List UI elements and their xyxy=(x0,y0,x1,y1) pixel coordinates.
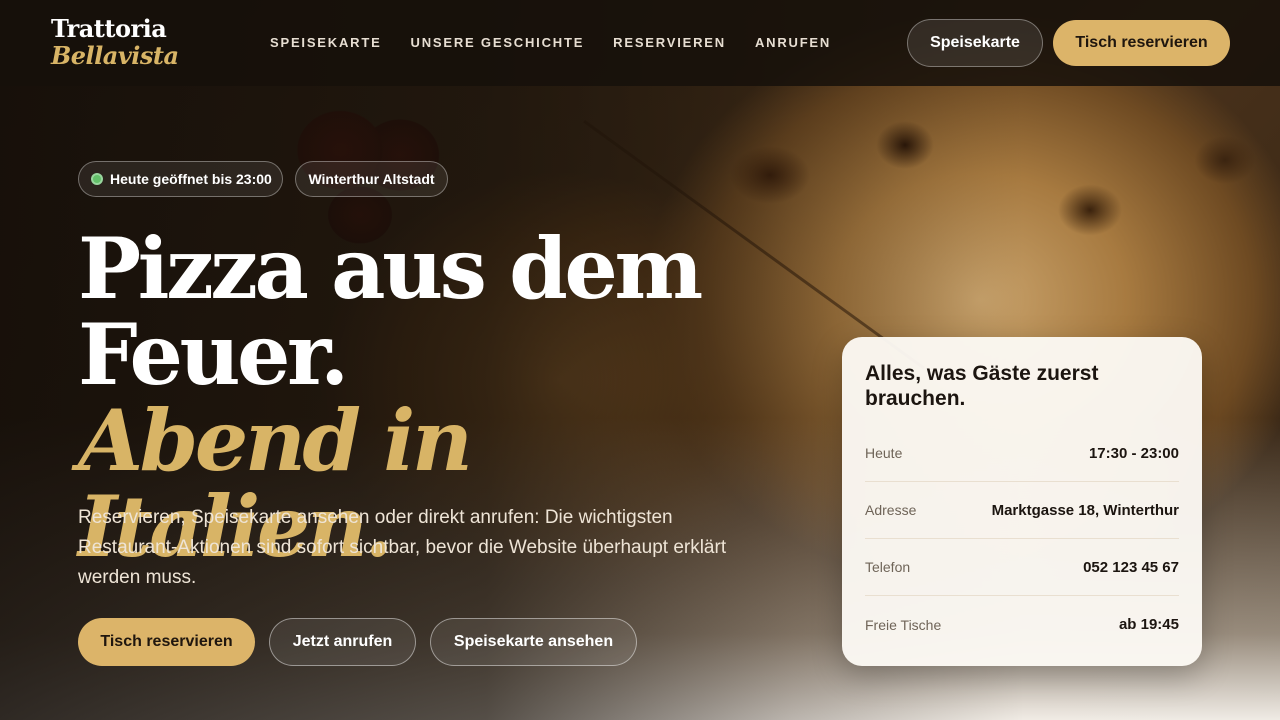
headline-line2: Feuer. xyxy=(78,305,349,404)
call-now-button[interactable]: Jetzt anrufen xyxy=(269,618,416,666)
info-row-label: Adresse xyxy=(865,502,917,518)
info-row-value: Marktgasse 18, Winterthur xyxy=(991,501,1179,519)
header-reserve-button[interactable]: Tisch reservieren xyxy=(1053,20,1230,66)
info-card-title: Alles, was Gäste zuerst brauchen. xyxy=(865,362,1099,410)
hero-lead-text: Reservieren, Speisekarte ansehen oder di… xyxy=(78,507,727,588)
info-row-free-tables: Freie Tische ab 19:45 xyxy=(865,596,1179,653)
headline-line1: Pizza aus dem xyxy=(78,219,703,318)
info-row-label: Freie Tische xyxy=(865,616,942,633)
nav-reservieren[interactable]: RESERVIEREN xyxy=(613,35,726,50)
main-nav: SPEISEKARTE UNSERE GESCHICHTE RESERVIERE… xyxy=(270,35,831,50)
opening-hours-text: Heute geöffnet bis 23:00 xyxy=(110,171,272,187)
info-row-hours: Heute 17:30 - 23:00 xyxy=(865,425,1179,482)
info-row-value: ab 19:45 xyxy=(1118,616,1179,633)
location-badge: Winterthur Altstadt xyxy=(295,161,448,197)
nav-unsere-geschichte[interactable]: UNSERE GESCHICHTE xyxy=(411,35,585,50)
opening-hours-badge: Heute geöffnet bis 23:00 xyxy=(78,161,283,197)
info-row-value[interactable]: 052 123 45 67 xyxy=(1083,559,1179,576)
view-menu-button[interactable]: Speisekarte ansehen xyxy=(430,618,637,666)
reserve-table-button[interactable]: Tisch reservieren xyxy=(78,618,255,666)
site-header: Trattoria Bellavista SPEISEKARTE UNSERE … xyxy=(0,0,1280,86)
info-row-phone: Telefon 052 123 45 67 xyxy=(865,539,1179,596)
info-card-rows: Heute 17:30 - 23:00 Adresse Marktgasse 1… xyxy=(865,425,1179,653)
location-text: Winterthur Altstadt xyxy=(308,171,435,187)
info-row-value: 17:30 - 23:00 xyxy=(1088,444,1179,462)
info-row-label: Heute xyxy=(865,445,903,461)
open-status-dot-icon xyxy=(91,173,103,185)
info-row-label: Telefon xyxy=(865,559,911,575)
header-menu-button[interactable]: Speisekarte xyxy=(907,19,1043,67)
logo[interactable]: Trattoria Bellavista xyxy=(51,16,179,70)
info-card: Alles, was Gäste zuerst brauchen. Heute … xyxy=(842,337,1202,666)
info-row-address: Adresse Marktgasse 18, Winterthur xyxy=(865,482,1179,539)
logo-line2: Bellavista xyxy=(51,41,179,70)
nav-speisekarte[interactable]: SPEISEKARTE xyxy=(270,35,382,50)
nav-anrufen[interactable]: ANRUFEN xyxy=(755,35,831,50)
logo-line1: Trattoria xyxy=(51,14,167,43)
